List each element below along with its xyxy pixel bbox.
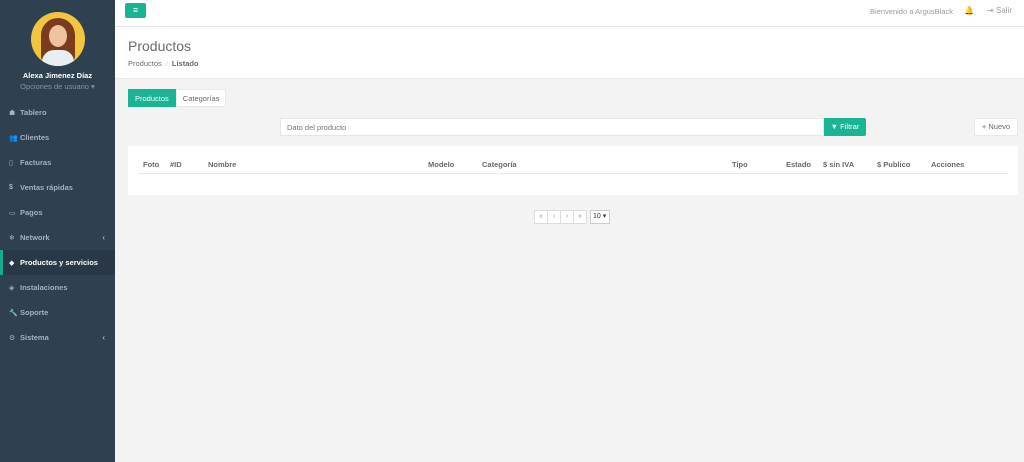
page-size-select[interactable]: 10 ▾ (590, 210, 610, 224)
user-options-dropdown[interactable]: Opciones de usuario ▾ (0, 82, 115, 91)
filter-button[interactable]: ▼ Filtrar (824, 118, 866, 136)
filter-icon: ▼ (830, 122, 841, 131)
column-header-tipo[interactable]: Tipo (732, 160, 748, 169)
column-header-modelo[interactable]: Modelo (428, 160, 454, 169)
sidebar-item-label: Facturas (20, 158, 52, 167)
profile-section: Alexa Jimenez Díaz Opciones de usuario ▾ (0, 0, 115, 100)
sidebar-item-label: Pagos (20, 208, 43, 217)
sidebar-item-facturas[interactable]: ▯ Facturas (0, 150, 115, 175)
sidebar-item-label: Ventas rápidas (20, 183, 73, 192)
products-table-panel: Foto #ID Nombre Modelo Categoría Tipo Es… (128, 146, 1018, 195)
column-header-publico[interactable]: $ Publico (877, 160, 910, 169)
tab-bar: Productos Categorías (128, 89, 227, 107)
sidebar-item-instalaciones[interactable]: ◈ Instalaciones (0, 275, 115, 300)
money-icon: ▭ (9, 209, 16, 217)
bell-icon[interactable]: 🔔 (964, 6, 974, 15)
menu-toggle-button[interactable]: ≡ (125, 3, 146, 18)
next-page-button[interactable]: › (560, 210, 574, 224)
avatar[interactable] (30, 12, 85, 66)
logout-link[interactable]: ⇥ Salir (987, 6, 1012, 15)
sidebar-item-tablero[interactable]: ☗ Tablero (0, 100, 115, 125)
breadcrumb: Productos / Listado (128, 59, 199, 68)
sidebar-item-sistema[interactable]: ⚙ Sistema ‹ (0, 325, 115, 350)
column-header-nombre[interactable]: Nombre (208, 160, 236, 169)
sidebar-item-label: Tablero (20, 108, 47, 117)
sidebar-item-productos[interactable]: ◆ Productos y servicios (0, 250, 115, 275)
dollar-icon: $ (9, 184, 13, 191)
tab-productos[interactable]: Productos (128, 89, 176, 107)
breadcrumb-current: Listado (171, 59, 199, 68)
chevron-left-icon: ‹ (102, 333, 105, 342)
first-page-button[interactable]: « (534, 210, 548, 224)
welcome-message: Bienvenido a ArgusBlack (870, 7, 953, 16)
sidebar-item-ventas-rapidas[interactable]: $ Ventas rápidas (0, 175, 115, 200)
sidebar-item-label: Clientes (20, 133, 50, 142)
sidebar-item-label: Instalaciones (20, 283, 68, 292)
product-search-input[interactable] (280, 118, 824, 136)
tag-icon: ◆ (9, 259, 15, 267)
last-page-button[interactable]: » (573, 210, 587, 224)
breadcrumb-root[interactable]: Productos (128, 59, 162, 68)
filter-label: Filtrar (840, 122, 860, 131)
column-header-id[interactable]: #ID (170, 160, 182, 169)
file-icon: ▯ (9, 159, 13, 167)
cogs-icon: ⚙ (9, 334, 16, 342)
sidebar-item-soporte[interactable]: 🔧 Soporte (0, 300, 115, 325)
prev-page-button[interactable]: ‹ (547, 210, 561, 224)
pagination: « ‹ › » 10 ▾ (534, 210, 610, 224)
sidebar-item-label: Sistema (20, 333, 49, 342)
network-icon: ❄ (9, 234, 15, 242)
dashboard-icon: ☗ (9, 109, 16, 117)
sidebar-item-label: Network (20, 233, 50, 242)
tags-icon: ◈ (9, 284, 15, 292)
chevron-left-icon: ‹ (102, 233, 105, 242)
column-header-foto[interactable]: Foto (143, 160, 159, 169)
profile-name: Alexa Jimenez Díaz (22, 71, 93, 80)
sidebar-item-pagos[interactable]: ▭ Pagos (0, 200, 115, 225)
column-header-sin-iva[interactable]: $ sin IVA (823, 160, 854, 169)
tab-categorias[interactable]: Categorías (175, 89, 227, 107)
sidebar-item-clientes[interactable]: 👥 Clientes (0, 125, 115, 150)
top-navbar: ≡ Bienvenido a ArgusBlack 🔔 ⇥ Salir (115, 0, 1024, 27)
new-label: Nuevo (988, 122, 1011, 131)
table-header-row: Foto #ID Nombre Modelo Categoría Tipo Es… (138, 156, 1008, 174)
sidebar-item-network[interactable]: ❄ Network ‹ (0, 225, 115, 250)
column-header-categoria[interactable]: Categoría (482, 160, 517, 169)
sidebar-item-label: Soporte (20, 308, 49, 317)
sidebar: Alexa Jimenez Díaz Opciones de usuario ▾… (0, 0, 115, 462)
column-header-estado[interactable]: Estado (786, 160, 811, 169)
wrench-icon: 🔧 (9, 309, 18, 317)
column-header-acciones: Acciones (931, 160, 965, 169)
page-header: Productos Productos / Listado (115, 27, 1024, 79)
page-title: Productos (128, 38, 192, 54)
sidebar-item-label: Productos y servicios (20, 258, 98, 267)
users-icon: 👥 (9, 134, 18, 142)
new-button[interactable]: + Nuevo (974, 118, 1018, 136)
